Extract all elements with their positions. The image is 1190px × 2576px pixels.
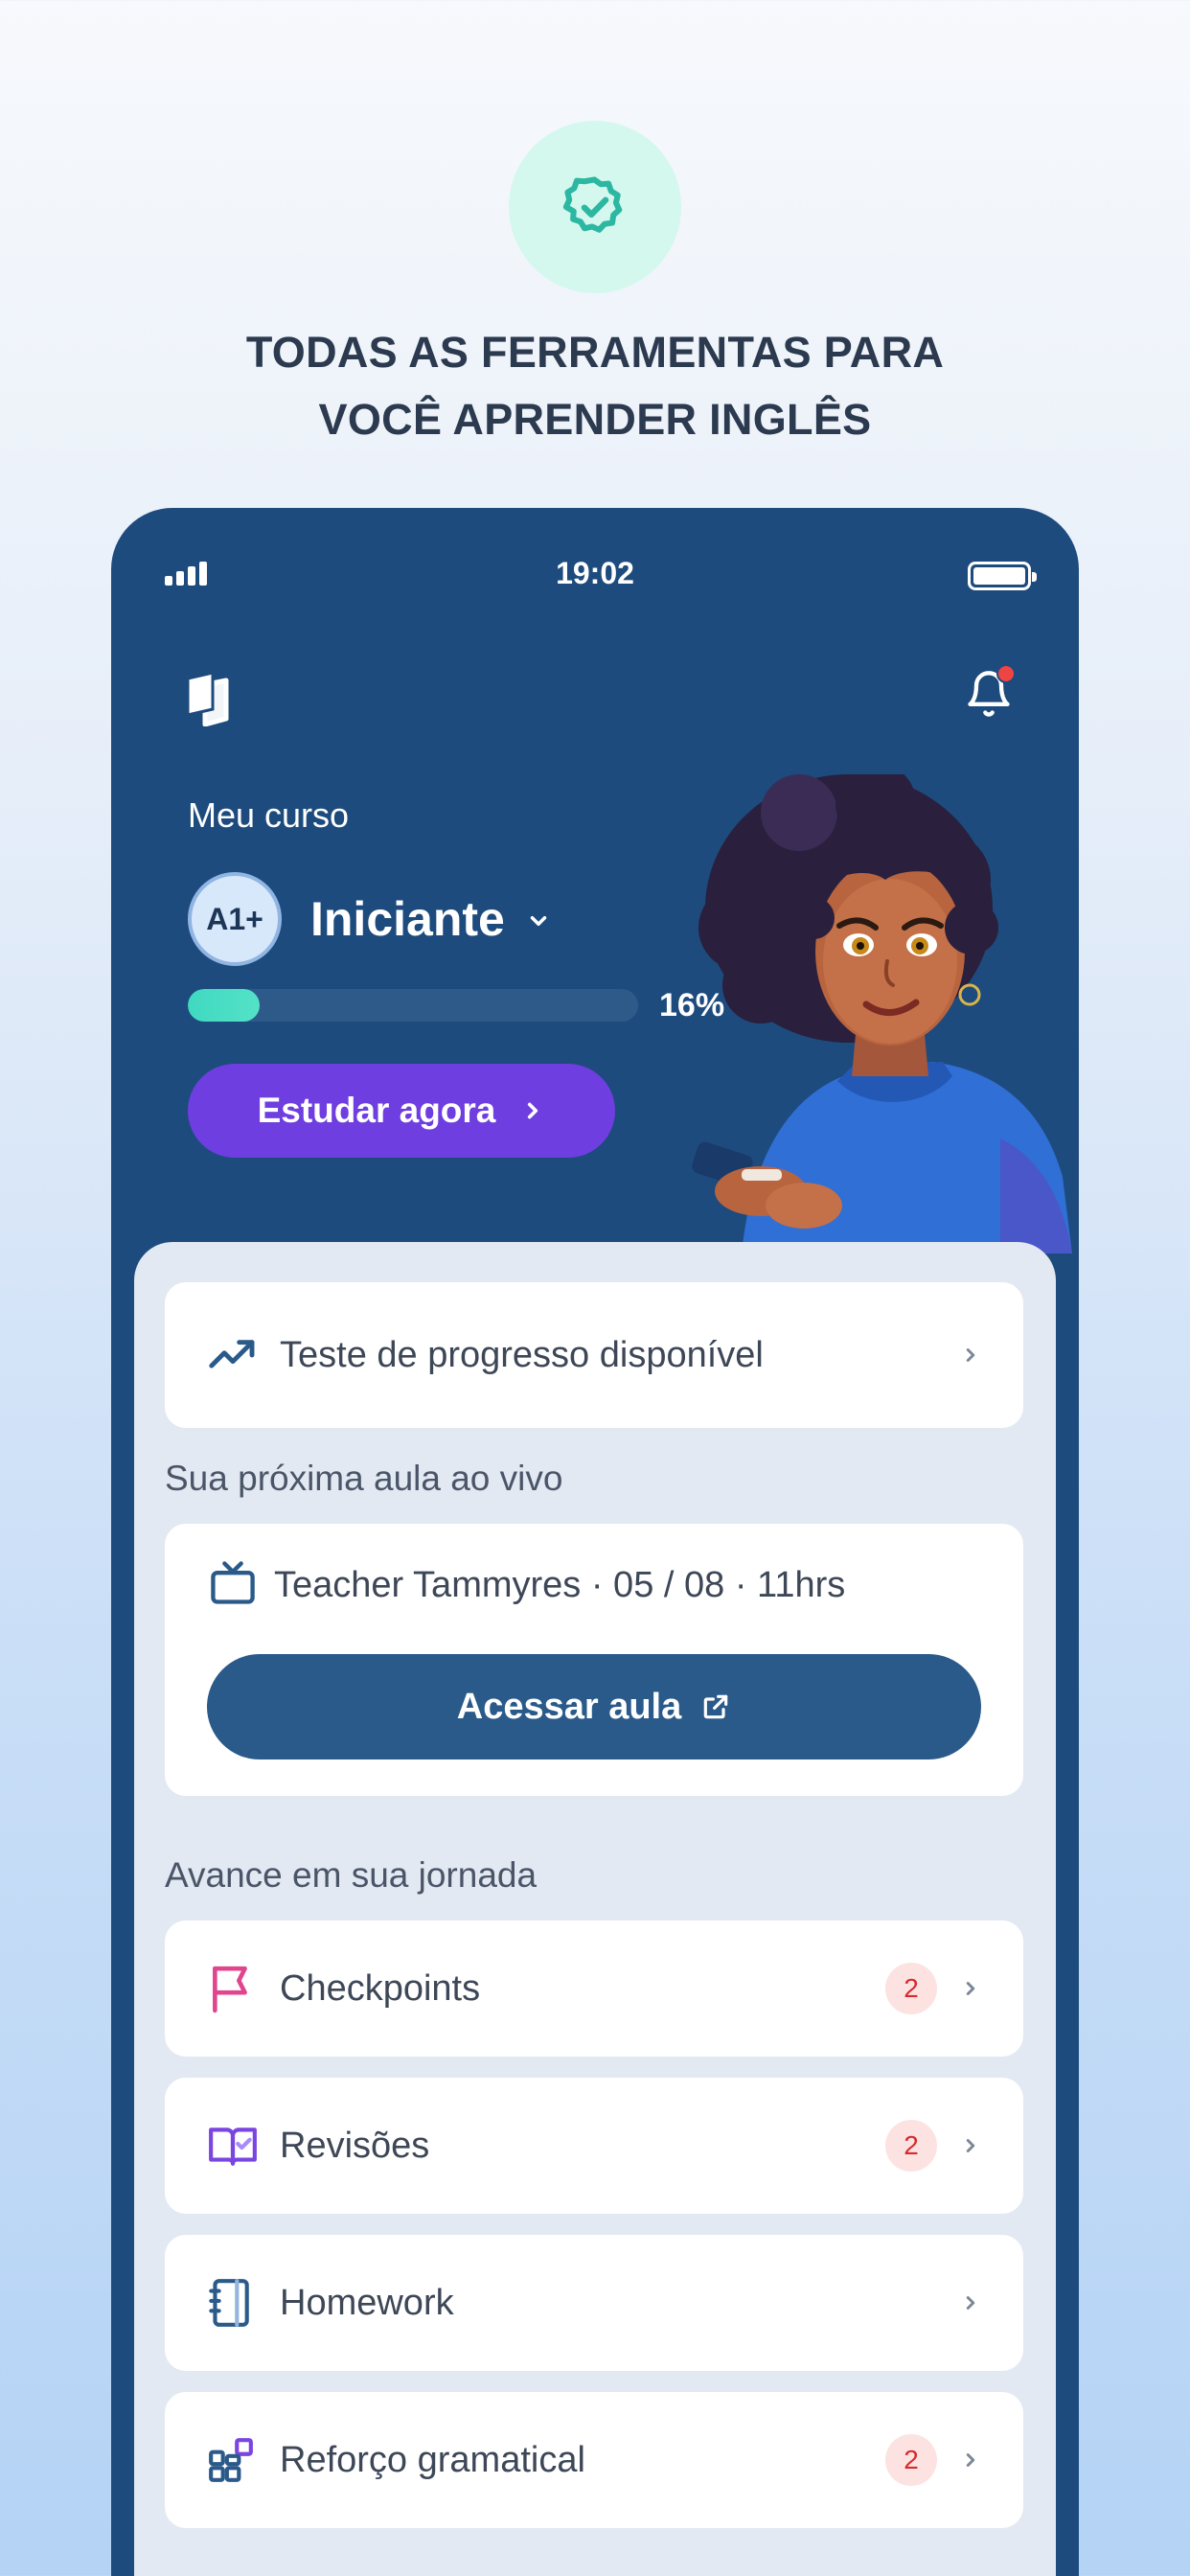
course-progress-bar — [188, 989, 638, 1022]
level-badge: A1+ — [188, 872, 282, 966]
level-selector[interactable]: A1+ Iniciante — [188, 872, 551, 966]
blocks-icon — [207, 2436, 264, 2484]
app-logo-icon[interactable] — [184, 671, 232, 731]
count-badge: 2 — [885, 1963, 937, 2014]
notifications-bell-icon[interactable] — [964, 664, 1016, 726]
verified-badge-circle — [509, 121, 681, 293]
headline-line-2: VOCÊ APRENDER INGLÊS — [318, 395, 872, 444]
student-character-illustration — [692, 774, 1072, 1254]
status-time: 19:02 — [556, 556, 634, 590]
book-check-icon — [207, 2122, 264, 2170]
journey-item-label: Checkpoints — [280, 1967, 481, 2009]
chevron-right-icon — [966, 2296, 975, 2310]
journey-item-checkpoints[interactable]: Checkpoints 2 — [165, 1920, 1023, 2057]
journey-section-title: Avance em sua jornada — [165, 1855, 538, 1895]
chevron-right-icon — [966, 1982, 975, 1995]
progress-test-label: Teste de progresso disponível — [280, 1334, 764, 1375]
count-badge: 2 — [885, 2434, 937, 2486]
flag-icon — [207, 1962, 264, 2015]
journey-item-revisoes[interactable]: Revisões 2 — [165, 2078, 1023, 2214]
live-class-info: Teacher Tammyres · 05 / 08 · 11hrs — [274, 1565, 846, 1605]
progress-test-card[interactable]: Teste de progresso disponível — [165, 1282, 1023, 1428]
study-now-label: Estudar agora — [257, 1091, 496, 1130]
count-badge: 2 — [885, 2120, 937, 2172]
chevron-right-icon — [966, 2453, 975, 2467]
access-class-label: Acessar aula — [456, 1686, 682, 1727]
status-bar: 19:02 — [111, 556, 1079, 594]
level-name: Iniciante — [310, 892, 505, 946]
phone-mockup: 19:02 Meu curso A1+ Iniciante 16% Estuda… — [111, 508, 1079, 2576]
journey-item-label: Reforço gramatical — [280, 2439, 585, 2480]
chevron-right-icon — [966, 2139, 975, 2152]
battery-icon — [968, 562, 1037, 590]
chevron-right-icon — [528, 1102, 538, 1119]
journey-item-label: Revisões — [280, 2125, 430, 2166]
course-progress-fill — [188, 989, 261, 1022]
journey-item-label: Homework — [280, 2282, 454, 2323]
trending-up-icon — [207, 1336, 264, 1374]
live-class-section-title: Sua próxima aula ao vivo — [165, 1459, 563, 1498]
chevron-right-icon — [966, 1348, 975, 1362]
verified-badge-icon — [562, 176, 623, 233]
notification-dot — [996, 664, 1016, 683]
content-panel: Teste de progresso disponível Sua próxim… — [134, 1242, 1056, 2576]
journey-item-reforco-gramatical[interactable]: Reforço gramatical 2 — [165, 2392, 1023, 2528]
headline-line-1: TODAS AS FERRAMENTAS PARA — [245, 328, 945, 377]
external-link-icon — [703, 1694, 728, 1719]
tv-icon — [207, 1558, 259, 1613]
notebook-icon — [207, 2277, 264, 2329]
chevron-down-icon — [530, 916, 547, 926]
study-now-button[interactable]: Estudar agora — [188, 1064, 615, 1158]
course-label: Meu curso — [188, 795, 350, 835]
access-class-button[interactable]: Acessar aula — [207, 1654, 981, 1760]
live-class-card: Teacher Tammyres · 05 / 08 · 11hrs Acess… — [165, 1524, 1023, 1796]
journey-item-homework[interactable]: Homework — [165, 2235, 1023, 2371]
